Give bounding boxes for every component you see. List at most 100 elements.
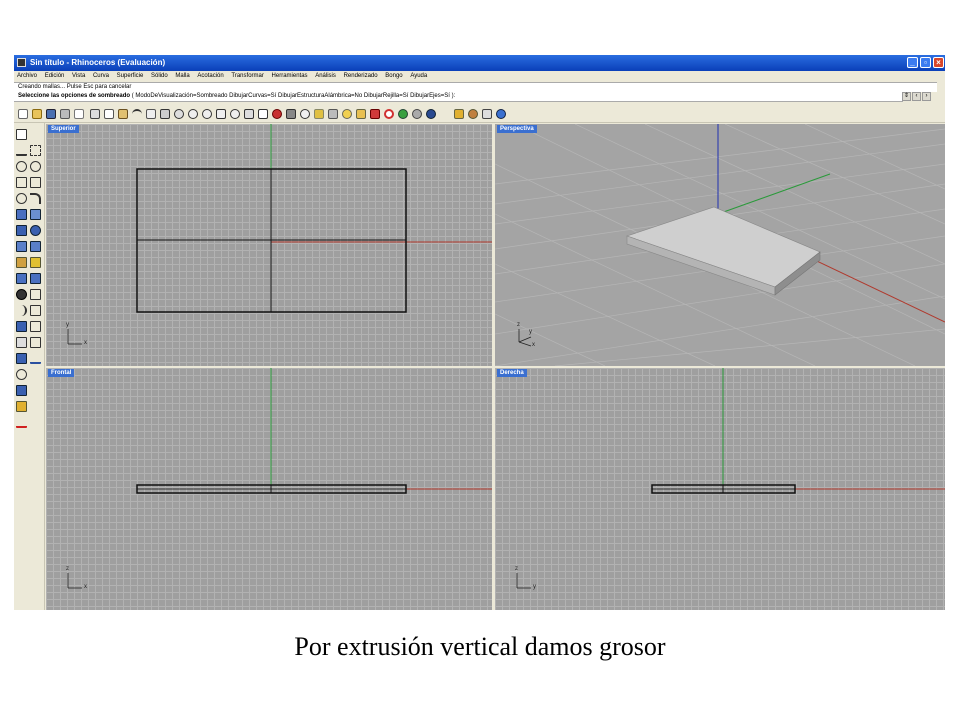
render-icon[interactable] — [16, 385, 27, 396]
extrude-icon[interactable] — [30, 241, 41, 252]
lock-icon[interactable] — [356, 109, 366, 119]
menu-transformar[interactable]: Transformar — [231, 71, 263, 81]
rectangle-icon[interactable] — [30, 177, 41, 188]
zoom-selected-icon[interactable] — [230, 109, 240, 119]
options-gear-icon[interactable] — [468, 109, 478, 119]
shade-icon[interactable] — [286, 109, 296, 119]
toolbar-layout-icon[interactable] — [482, 109, 492, 119]
print-icon[interactable] — [60, 109, 70, 119]
surface-edit-icon[interactable] — [30, 209, 41, 220]
open-folder-icon[interactable] — [32, 109, 42, 119]
point-tool-icon[interactable] — [30, 129, 41, 140]
mesh-icon[interactable] — [16, 273, 27, 284]
undo-icon[interactable] — [132, 109, 142, 119]
command-options[interactable]: ( ModoDeVisualización=Sombreado DibujarC… — [132, 93, 456, 99]
environment-icon[interactable] — [426, 109, 436, 119]
menu-bongo[interactable]: Bongo — [385, 71, 402, 81]
filter-icon[interactable] — [454, 109, 464, 119]
command-prompt: Seleccione las opciones de sombreado — [18, 93, 131, 99]
scale-icon[interactable] — [30, 321, 41, 332]
arc-icon[interactable] — [16, 193, 27, 204]
select-icon[interactable] — [146, 109, 156, 119]
menu-vista[interactable]: Vista — [72, 71, 85, 81]
point-icon[interactable] — [300, 109, 310, 119]
curve-control-points-icon[interactable] — [30, 145, 41, 156]
menu-solido[interactable]: Sólido — [151, 71, 168, 81]
car-render-icon[interactable] — [272, 109, 282, 119]
dimension-icon[interactable] — [30, 353, 41, 364]
viewport-label-perspective[interactable]: Perspectiva — [497, 125, 537, 133]
move-icon[interactable] — [30, 305, 41, 316]
help-icon[interactable] — [496, 109, 506, 119]
polygon-icon[interactable] — [16, 177, 27, 188]
offset-icon[interactable] — [16, 305, 27, 316]
fillet-icon[interactable] — [30, 193, 41, 204]
command-line[interactable]: Seleccione las opciones de sombreado ( M… — [14, 92, 903, 102]
join-icon[interactable] — [30, 289, 41, 300]
polyline-icon[interactable] — [16, 145, 27, 156]
cut-icon[interactable] — [90, 109, 100, 119]
viewport-top[interactable]: Superior y x — [46, 124, 492, 366]
cylinder-icon[interactable] — [16, 241, 27, 252]
trim-icon[interactable] — [16, 289, 27, 300]
close-button[interactable]: × — [933, 57, 944, 68]
material-icon[interactable] — [412, 109, 422, 119]
minimize-button[interactable]: _ — [907, 57, 918, 68]
slide-caption: Por extrusión vertical damos grosor — [294, 632, 666, 661]
menu-edicion[interactable]: Edición — [45, 71, 65, 81]
viewport-front[interactable]: Frontal z x — [46, 368, 492, 610]
history-icon[interactable] — [16, 369, 27, 380]
analyze-icon[interactable] — [16, 353, 27, 364]
zoom-extents-icon[interactable] — [216, 109, 226, 119]
layout-icon[interactable] — [16, 401, 27, 412]
menu-archivo[interactable]: Archivo — [17, 71, 37, 81]
line-tool-icon[interactable] — [16, 417, 27, 428]
pan-icon[interactable] — [160, 109, 170, 119]
light-bulb-icon[interactable] — [342, 109, 352, 119]
array-icon[interactable] — [16, 337, 27, 348]
command-scroll-left-icon[interactable]: ‹ — [912, 92, 921, 101]
menu-herramientas[interactable]: Herramientas — [272, 71, 308, 81]
circle-icon[interactable] — [16, 161, 27, 172]
explode-icon[interactable] — [30, 257, 41, 268]
color-wheel-icon[interactable] — [384, 109, 394, 119]
menu-curva[interactable]: Curva — [93, 71, 109, 81]
menu-superficie[interactable]: Superficie — [117, 71, 144, 81]
ellipse-icon[interactable] — [30, 161, 41, 172]
new-file-icon[interactable] — [18, 109, 28, 119]
layer-icon[interactable] — [370, 109, 380, 119]
undo-view-icon[interactable] — [244, 109, 254, 119]
rotate-view-icon[interactable] — [174, 109, 184, 119]
render-sphere-icon[interactable] — [398, 109, 408, 119]
menu-malla[interactable]: Malla — [175, 71, 189, 81]
maximize-button[interactable]: ▫ — [920, 57, 931, 68]
command-scroll-right-icon[interactable]: › — [922, 92, 931, 101]
snap-icon[interactable] — [314, 109, 324, 119]
viewport-right[interactable]: Derecha z y — [495, 368, 945, 610]
zoom-window-icon[interactable] — [202, 109, 212, 119]
paste-icon[interactable] — [118, 109, 128, 119]
surface-icon[interactable] — [16, 209, 27, 220]
properties-icon[interactable] — [74, 109, 84, 119]
box-solid-icon[interactable] — [16, 225, 27, 236]
gizmo-label-z: z — [515, 566, 518, 572]
zoom-icon[interactable] — [188, 109, 198, 119]
y-axis-line — [717, 173, 831, 215]
copy-icon[interactable] — [104, 109, 114, 119]
select-arrow-icon[interactable] — [16, 129, 27, 140]
gizmo-label-y: y — [66, 322, 69, 328]
boolean-union-icon[interactable] — [16, 257, 27, 268]
four-viewports-icon[interactable] — [258, 109, 268, 119]
menu-ayuda[interactable]: Ayuda — [410, 71, 427, 81]
sphere-solid-icon[interactable] — [30, 225, 41, 236]
osnap-icon[interactable] — [328, 109, 338, 119]
menu-renderizado[interactable]: Renderizado — [344, 71, 378, 81]
transform-icon[interactable] — [16, 321, 27, 332]
save-icon[interactable] — [46, 109, 56, 119]
split-icon[interactable] — [30, 273, 41, 284]
mirror-icon[interactable] — [30, 337, 41, 348]
menu-acotacion[interactable]: Acotación — [197, 71, 223, 81]
viewport-perspective[interactable]: Perspectiva z y x — [495, 124, 945, 366]
menu-analisis[interactable]: Análisis — [315, 71, 336, 81]
command-scroll-stepper[interactable]: ⇕ — [902, 92, 911, 101]
